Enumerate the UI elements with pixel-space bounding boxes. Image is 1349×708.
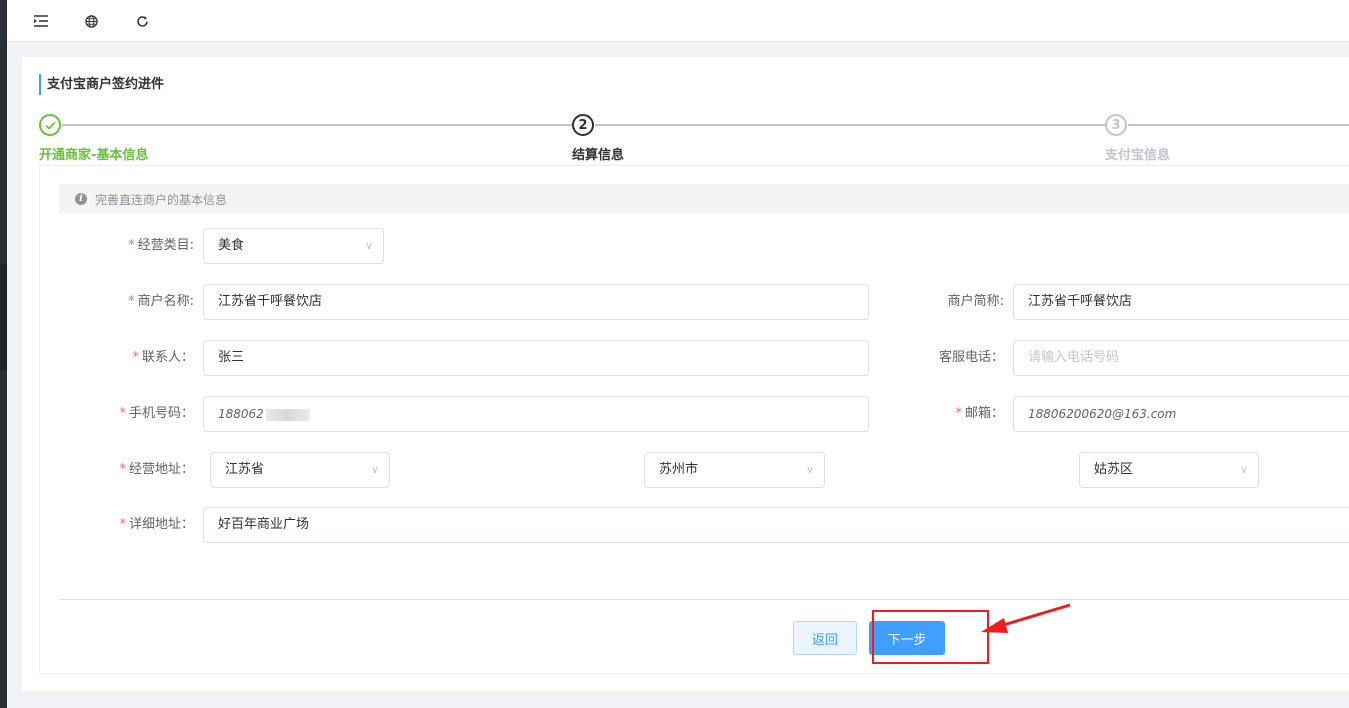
contact-input[interactable]: 张三 <box>203 340 869 376</box>
menu-fold-icon[interactable] <box>31 11 51 31</box>
detail-address-input[interactable]: 好百年商业广场 <box>203 507 1349 543</box>
refresh-icon[interactable] <box>132 11 152 31</box>
merchant-name-input[interactable]: 江苏省千呼餐饮店 <box>203 284 869 320</box>
mobile-input[interactable]: 188062 <box>203 396 869 432</box>
district-value: 姑苏区 <box>1094 462 1134 477</box>
category-label-text: 经营类目: <box>137 238 194 253</box>
merchant-short-label: 商户简称: <box>947 294 1004 309</box>
step-2-number: 2 <box>572 114 594 136</box>
annotation-arrow-icon <box>981 603 1071 633</box>
mobile-label-text: 手机号码： <box>128 406 194 421</box>
email-input[interactable]: 18806200620@163.com <box>1013 396 1349 432</box>
detail-address-label: * 详细地址： <box>119 517 194 532</box>
step-3-number: 3 <box>1105 114 1127 136</box>
category-select[interactable]: 美食 ∨ <box>203 228 384 264</box>
step-connector-2 <box>595 124 1105 126</box>
chevron-down-icon: ∨ <box>805 463 814 476</box>
email-label: * 邮箱： <box>955 406 1004 421</box>
city-select[interactable]: 苏州市 ∨ <box>644 452 825 488</box>
service-phone-input[interactable]: 请输入电话号码 <box>1013 340 1349 376</box>
main-card: 支付宝商户签约进件 开通商家-基本信息 2 结算信息 3 支付宝信息 i 完善直… <box>22 57 1349 691</box>
info-icon: i <box>75 193 87 205</box>
district-select[interactable]: 姑苏区 ∨ <box>1079 452 1259 488</box>
back-button[interactable]: 返回 <box>793 621 857 655</box>
annotation-highlight-box <box>872 610 989 664</box>
mobile-value: 188062 <box>218 407 264 421</box>
detail-address-label-text: 详细地址： <box>128 517 194 532</box>
city-value: 苏州市 <box>659 462 699 477</box>
contact-label: * 联系人： <box>132 350 194 365</box>
merchant-name-label: * 商户名称: <box>128 294 194 309</box>
service-phone-label: 客服电话： <box>938 350 1004 365</box>
province-select[interactable]: 江苏省 ∨ <box>210 452 390 488</box>
category-label: * 经营类目: <box>128 238 194 253</box>
step-1-check-icon <box>39 114 61 136</box>
sidebar-edge-band <box>0 264 7 370</box>
info-alert: i 完善直连商户的基本信息 <box>59 184 1349 214</box>
form-panel: i 完善直连商户的基本信息 * 经营类目: 美食 ∨ * 商户名称: 江苏省千呼餐饮… <box>39 165 1349 674</box>
merchant-short-input[interactable]: 江苏省千呼餐饮店 <box>1013 284 1349 320</box>
top-navbar <box>7 0 1349 42</box>
redacted-digits <box>265 408 310 421</box>
step-2-title: 结算信息 <box>572 148 625 163</box>
province-value: 江苏省 <box>225 462 265 477</box>
chevron-down-icon: ∨ <box>1239 463 1248 476</box>
chevron-down-icon: ∨ <box>364 239 373 252</box>
sidebar-edge <box>0 0 7 708</box>
chevron-down-icon: ∨ <box>370 463 379 476</box>
step-connector-1 <box>62 124 572 126</box>
email-label-text: 邮箱： <box>964 406 1004 421</box>
page-title: 支付宝商户签约进件 <box>39 74 164 95</box>
alert-text: 完善直连商户的基本信息 <box>95 192 228 207</box>
contact-label-text: 联系人： <box>141 350 194 365</box>
merchant-name-label-text: 商户名称: <box>137 294 194 309</box>
globe-icon[interactable] <box>81 11 101 31</box>
address-label: * 经营地址： <box>119 462 194 477</box>
step-3-title: 支付宝信息 <box>1105 148 1171 163</box>
step-connector-3 <box>1128 124 1349 126</box>
mobile-label: * 手机号码： <box>119 406 194 421</box>
form-divider <box>59 599 1349 600</box>
step-1-title: 开通商家-基本信息 <box>39 148 149 163</box>
category-value: 美食 <box>218 238 245 253</box>
address-label-text: 经营地址： <box>128 462 194 477</box>
